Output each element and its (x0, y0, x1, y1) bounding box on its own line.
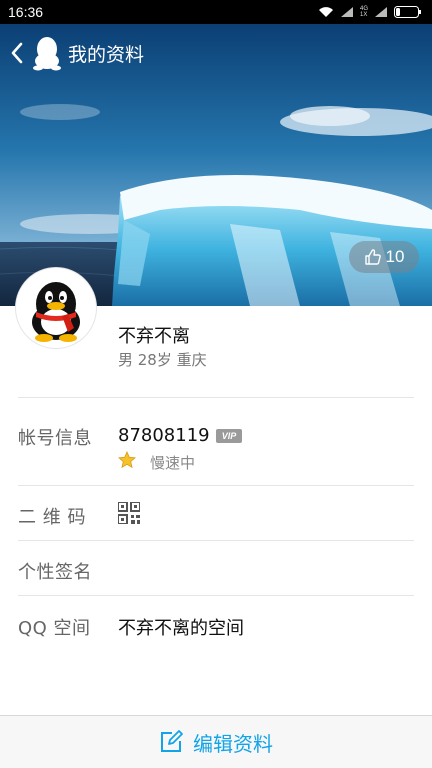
divider (18, 397, 414, 398)
divider (18, 485, 414, 486)
star-icon (118, 451, 136, 469)
signature-label: 个性签名 (18, 562, 92, 583)
status-icons: 4G 1X (318, 6, 422, 18)
signal-icon-2 (375, 7, 387, 17)
account-info-label: 帐号信息 (18, 428, 92, 449)
header-bar: 我的资料 (0, 24, 432, 82)
gender-age-location: 男 28岁 重庆 (118, 351, 207, 369)
nickname: 不弃不离 (118, 326, 190, 347)
speed-status: 慢速中 (150, 454, 196, 472)
status-bar: 16:36 4G 1X (0, 0, 432, 24)
edit-profile-label: 编辑资料 (193, 731, 273, 756)
edit-icon (161, 730, 183, 752)
divider (18, 595, 414, 596)
edit-profile-button[interactable]: 编辑资料 (0, 715, 432, 768)
qr-code-label: 二 维 码 (18, 507, 86, 528)
wifi-icon (318, 7, 333, 17)
like-button[interactable]: 10 (349, 241, 419, 273)
like-count: 10 (385, 247, 405, 266)
divider (18, 540, 414, 541)
avatar[interactable] (16, 268, 96, 348)
qq-number: 87808119 (118, 425, 210, 446)
signal-icon (340, 7, 353, 17)
page-title: 我的资料 (68, 43, 145, 66)
back-arrow-icon[interactable] (2, 24, 32, 82)
qq-penguin-icon (33, 37, 61, 71)
thumbs-up-icon (364, 249, 381, 265)
vip-badge: VIP (216, 429, 242, 443)
qr-code-icon[interactable] (118, 502, 140, 524)
network-type-label: 4G 1X (359, 6, 368, 18)
qzone-link[interactable]: 不弃不离的空间 (118, 614, 244, 640)
battery-icon (394, 6, 421, 18)
qzone-label: QQ 空间 (18, 618, 91, 639)
status-time: 16:36 (8, 4, 44, 20)
